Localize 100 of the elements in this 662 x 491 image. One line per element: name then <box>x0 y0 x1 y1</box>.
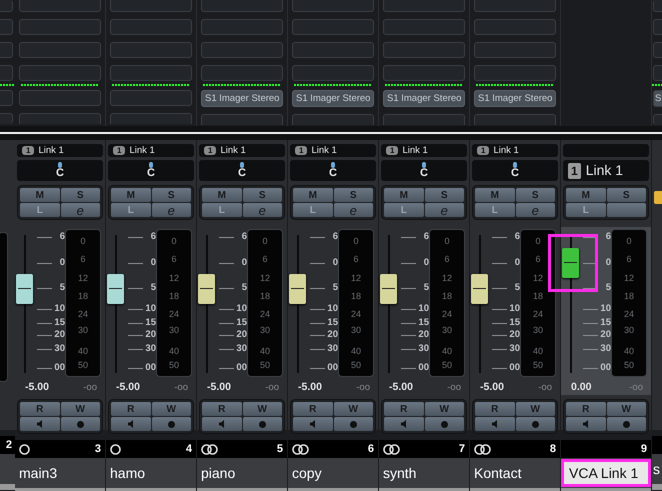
insert-slot[interactable] <box>292 65 374 81</box>
insert-slot[interactable] <box>19 65 101 81</box>
fader-handle[interactable] <box>107 274 124 304</box>
channel-name[interactable]: piano <box>200 463 236 483</box>
fader-handle[interactable] <box>380 274 397 304</box>
channel-name[interactable]: Kontact <box>473 463 522 483</box>
monitor-button[interactable] <box>20 417 60 431</box>
read-automation-button[interactable]: R <box>202 402 242 416</box>
edit-button[interactable]: e <box>516 203 555 217</box>
pan-control[interactable]: C <box>108 160 194 181</box>
mute-button[interactable]: M <box>202 188 242 202</box>
volume-value[interactable]: 0.00 <box>571 381 592 393</box>
mute-button[interactable]: M <box>293 188 332 202</box>
fader-handle[interactable] <box>198 274 215 304</box>
mute-button[interactable]: M <box>566 188 606 202</box>
read-automation-button[interactable]: R <box>293 402 332 416</box>
channel-name[interactable]: main3 <box>18 463 58 483</box>
insert-slot[interactable] <box>383 19 465 35</box>
record-button[interactable] <box>424 417 464 431</box>
solo-button[interactable]: S <box>606 188 646 202</box>
edit-button[interactable]: e <box>60 203 100 217</box>
insert-plugin-slot[interactable]: S1 Imager Stereo <box>383 90 465 107</box>
insert-slot[interactable] <box>201 19 283 35</box>
insert-slot[interactable] <box>110 0 192 12</box>
insert-slot[interactable] <box>383 42 465 58</box>
write-automation-button[interactable]: W <box>334 402 373 416</box>
write-automation-button[interactable]: W <box>606 402 646 416</box>
fader-handle[interactable] <box>562 248 579 278</box>
volume-value[interactable]: -5.00 <box>480 381 504 393</box>
mute-button[interactable]: M <box>20 188 60 202</box>
insert-slot[interactable] <box>383 65 465 81</box>
insert-slot[interactable] <box>110 42 192 58</box>
insert-slot[interactable] <box>474 0 556 12</box>
record-button[interactable] <box>60 417 100 431</box>
read-automation-button[interactable]: R <box>384 402 424 416</box>
link-group-label[interactable]: 1 Link 1 <box>381 144 467 157</box>
monitor-button[interactable] <box>111 417 150 431</box>
edit-button[interactable]: e <box>424 203 464 217</box>
fader-handle[interactable] <box>289 274 306 304</box>
insert-slot[interactable] <box>383 0 465 12</box>
record-button[interactable] <box>606 417 646 431</box>
insert-slot[interactable] <box>474 42 556 58</box>
solo-button[interactable]: S <box>334 188 373 202</box>
write-automation-button[interactable]: W <box>516 402 555 416</box>
volume-value[interactable]: -5.00 <box>116 381 140 393</box>
insert-slot[interactable] <box>19 19 101 35</box>
record-button[interactable] <box>152 417 191 431</box>
pan-control[interactable]: C <box>199 160 285 181</box>
insert-slot[interactable] <box>474 19 556 35</box>
insert-slot[interactable] <box>474 65 556 81</box>
monitor-button[interactable] <box>202 417 242 431</box>
volume-value[interactable]: -5.00 <box>207 381 231 393</box>
solo-button[interactable]: S <box>152 188 191 202</box>
link-group-label[interactable]: 1 Link 1 <box>17 144 103 157</box>
vca-link-label[interactable]: 1 Link 1 <box>563 160 649 181</box>
monitor-button[interactable] <box>293 417 332 431</box>
insert-slot[interactable] <box>19 113 101 124</box>
insert-slot[interactable] <box>201 42 283 58</box>
solo-button[interactable]: S <box>424 188 464 202</box>
write-automation-button[interactable]: W <box>424 402 464 416</box>
monitor-button[interactable] <box>475 417 514 431</box>
insert-slot[interactable] <box>292 114 374 125</box>
insert-slot[interactable] <box>110 90 192 106</box>
insert-slot[interactable] <box>19 0 101 12</box>
volume-value[interactable]: -5.00 <box>25 381 49 393</box>
link-group-label[interactable]: 1 Link 1 <box>199 144 285 157</box>
channel-name[interactable]: copy <box>291 463 323 483</box>
monitor-button[interactable] <box>566 417 606 431</box>
volume-value[interactable]: -5.00 <box>298 381 322 393</box>
solo-button[interactable]: S <box>60 188 100 202</box>
mute-button[interactable]: M <box>111 188 150 202</box>
channel-name-field[interactable]: VCA Link 1 <box>564 462 648 484</box>
pan-control[interactable]: C <box>381 160 467 181</box>
insert-slot[interactable] <box>110 65 192 81</box>
insert-slot[interactable] <box>110 19 192 35</box>
insert-slot[interactable] <box>110 113 192 124</box>
insert-slot[interactable] <box>292 0 374 12</box>
mute-button[interactable]: M <box>475 188 514 202</box>
solo-button[interactable]: S <box>242 188 282 202</box>
pan-control[interactable]: C <box>17 160 103 181</box>
insert-slot[interactable] <box>292 19 374 35</box>
record-button[interactable] <box>334 417 373 431</box>
read-automation-button[interactable]: R <box>111 402 150 416</box>
mute-button[interactable]: M <box>384 188 424 202</box>
insert-plugin-slot[interactable]: S1 Imager Stereo <box>474 90 556 107</box>
pan-control[interactable]: C <box>472 160 558 181</box>
edit-button[interactable]: e <box>152 203 191 217</box>
edit-button[interactable]: e <box>334 203 373 217</box>
insert-plugin-slot[interactable]: S1 Imager Stereo <box>292 90 374 107</box>
read-automation-button[interactable]: R <box>20 402 60 416</box>
link-group-label[interactable]: 1 Link 1 <box>108 144 194 157</box>
insert-slot[interactable] <box>19 42 101 58</box>
fader-handle[interactable] <box>16 274 33 304</box>
solo-button[interactable]: S <box>516 188 555 202</box>
pan-control[interactable]: C <box>290 160 376 181</box>
insert-slot[interactable] <box>292 42 374 58</box>
insert-slot[interactable] <box>19 90 101 106</box>
read-automation-button[interactable]: R <box>475 402 514 416</box>
link-group-label[interactable]: 1 Link 1 <box>472 144 558 157</box>
channel-name[interactable]: hamo <box>109 463 146 483</box>
